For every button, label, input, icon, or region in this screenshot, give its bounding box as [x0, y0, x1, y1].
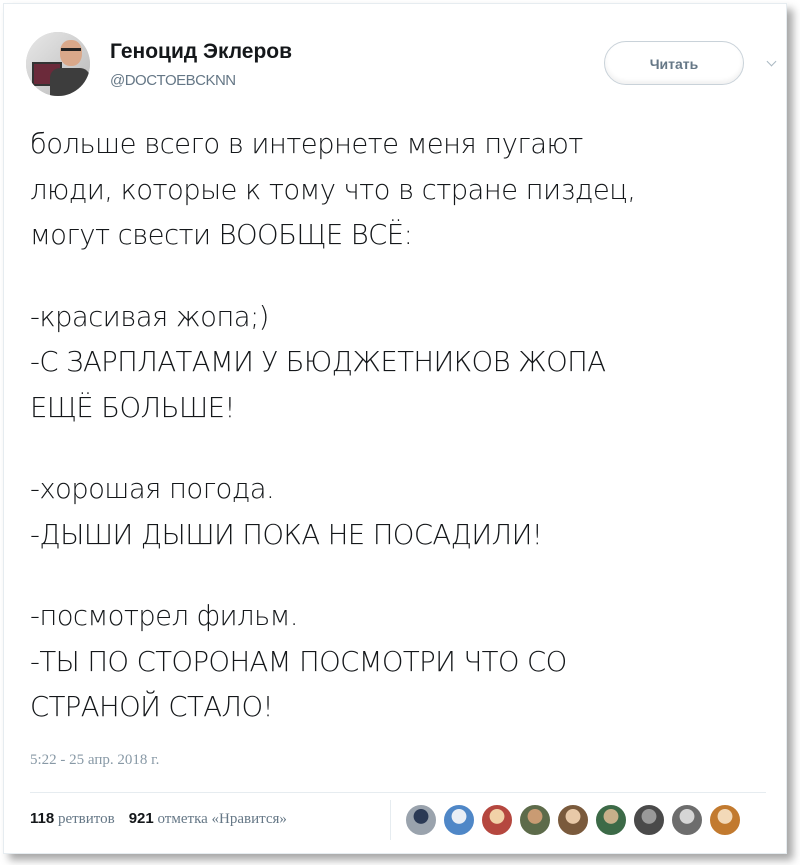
liker-avatar-4[interactable] — [518, 803, 552, 837]
liker-avatar-1[interactable] — [404, 803, 438, 837]
liker-avatar-6[interactable] — [594, 803, 628, 837]
tweet-line: -ТЫ ПО СТОРОНАМ ПОСМОТРИ ЧТО СО — [30, 645, 567, 678]
tweet-line: СТРАНОЙ СТАЛО! — [30, 691, 274, 723]
tweet-line: -красивая жопа;) — [30, 300, 269, 333]
tweet-header: Геноцид Эклеров @DOCTOEBCKNN Читать — [26, 32, 777, 102]
liker-avatar-3[interactable] — [480, 803, 514, 837]
author-avatar[interactable] — [26, 32, 90, 96]
likes-label: отметка «Нравится» — [157, 811, 287, 827]
tweet-line: -С ЗАРПЛАТАМИ У БЮДЖЕТНИКОВ ЖОПА — [30, 346, 606, 378]
avatar-body — [50, 68, 90, 96]
retweets-count: 118 — [30, 810, 55, 827]
tweet-line: -хорошая погода. — [30, 473, 275, 505]
follow-button[interactable]: Читать — [604, 41, 744, 85]
liker-avatar-7[interactable] — [632, 803, 666, 837]
divider — [30, 792, 766, 793]
tweet-line: -посмотрел фильм. — [30, 600, 298, 632]
tweet-line: люди, которые к тому что в стране пиздец… — [30, 173, 636, 206]
likes-stat[interactable]: 921 отметка «Нравится» — [128, 810, 287, 827]
retweets-label: ретвитов — [57, 811, 115, 827]
tweet-card: Геноцид Эклеров @DOCTOEBCKNN Читать боль… — [3, 3, 787, 854]
avatar-glasses — [61, 48, 81, 56]
liker-avatar-5[interactable] — [556, 803, 590, 837]
likes-count: 921 — [128, 810, 154, 827]
chevron-down-icon[interactable] — [766, 56, 777, 67]
tweet-timestamp[interactable]: 5:22 - 25 апр. 2018 г. — [30, 752, 159, 769]
stats-separator — [390, 800, 391, 840]
liker-avatar-2[interactable] — [442, 803, 476, 837]
tweet-text: больше всего в интернете меня пугают люди… — [30, 122, 780, 731]
tweet-line: больше всего в интернете меня пугают — [30, 128, 583, 160]
tweet-line: -ДЫШИ ДЫШИ ПОКА НЕ ПОСАДИЛИ! — [30, 518, 543, 551]
retweets-stat[interactable]: 118 ретвитов — [30, 810, 115, 827]
author-name[interactable]: Геноцид Эклеров — [110, 40, 292, 64]
tweet-stats: 118 ретвитов 921 отметка «Нравится» — [30, 810, 287, 828]
liker-avatar-8[interactable] — [670, 803, 704, 837]
author-handle[interactable]: @DOCTOEBCKNN — [110, 72, 236, 89]
liker-avatar-9[interactable] — [708, 803, 742, 837]
tweet-line: могут свести ВООБЩЕ ВСЁ: — [30, 219, 413, 251]
tweet-line: ЕЩЁ БОЛЬШЕ! — [30, 391, 235, 424]
